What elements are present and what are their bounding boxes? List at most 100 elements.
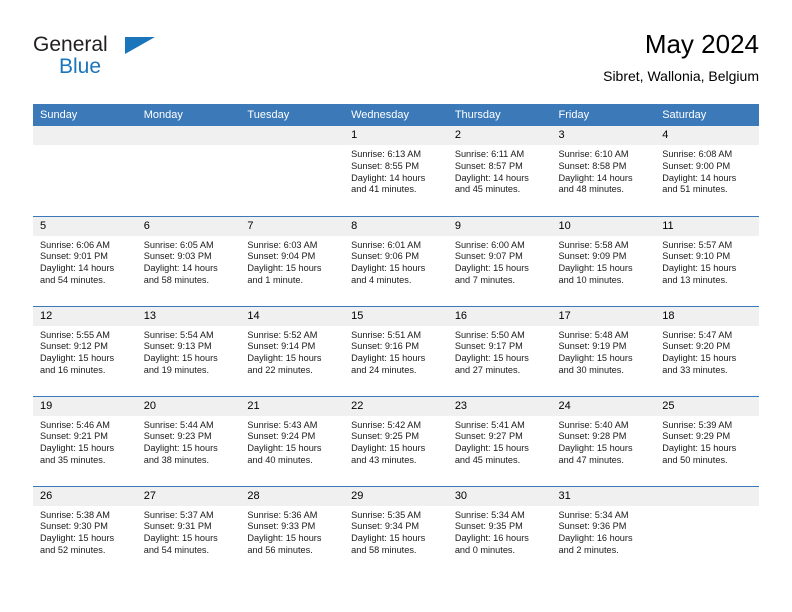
calendar-day-cell[interactable]: 26 Sunrise: 5:38 AM Sunset: 9:30 PM Dayligh… [33, 485, 137, 576]
day-info: Sunrise: 5:39 AM Sunset: 9:29 PM Daylight:… [655, 416, 759, 467]
sunset-text: Sunset: 9:21 PM [40, 431, 108, 442]
calendar-week-row: 19 Sunrise: 5:46 AM Sunset: 9:21 PM Dayligh… [33, 395, 759, 486]
calendar-day-cell[interactable]: 22 Sunrise: 5:42 AM Sunset: 9:25 PM Dayligh… [344, 395, 448, 486]
day-number: 16 [447, 306, 552, 326]
calendar-day-cell[interactable]: 11 Sunrise: 5:57 AM Sunset: 9:10 PM Dayligh… [655, 215, 759, 306]
calendar-day-cell[interactable]: 16 Sunrise: 5:50 AM Sunset: 9:17 PM Dayligh… [447, 305, 552, 396]
daylight-text-line1: Daylight: 14 hours [558, 172, 633, 183]
calendar-day-cell[interactable]: 18 Sunrise: 5:47 AM Sunset: 9:20 PM Dayligh… [655, 305, 759, 396]
calendar-day-cell[interactable]: 12 Sunrise: 5:55 AM Sunset: 9:12 PM Dayligh… [33, 305, 137, 396]
daylight-text-line2: and 13 minutes. [662, 274, 728, 285]
day-info: Sunrise: 5:36 AM Sunset: 9:33 PM Daylight:… [240, 506, 344, 557]
daylight-text-line1: Daylight: 14 hours [351, 172, 426, 183]
calendar-day-cell[interactable]: 21 Sunrise: 5:43 AM Sunset: 9:24 PM Dayligh… [240, 395, 345, 486]
weekday-header-row: Sunday Monday Tuesday Wednesday Thursday… [33, 104, 759, 126]
calendar-day-cell[interactable]: 29 Sunrise: 5:35 AM Sunset: 9:34 PM Dayligh… [344, 485, 448, 576]
calendar-day-cell[interactable]: 24 Sunrise: 5:40 AM Sunset: 9:28 PM Dayligh… [551, 395, 656, 486]
day-info: Sunrise: 5:55 AM Sunset: 9:12 PM Daylight:… [33, 326, 137, 377]
calendar-day-cell[interactable]: 23 Sunrise: 5:41 AM Sunset: 9:27 PM Dayligh… [447, 395, 552, 486]
day-number: 10 [551, 216, 656, 236]
day-number: 24 [551, 396, 656, 416]
day-info: Sunrise: 5:47 AM Sunset: 9:20 PM Daylight:… [655, 326, 759, 377]
calendar-day-cell[interactable]: 2 Sunrise: 6:11 AM Sunset: 8:57 PM Daylight… [447, 126, 552, 216]
daylight-text-line2: and 2 minutes. [558, 544, 619, 555]
daylight-text-line1: Daylight: 15 hours [143, 533, 218, 544]
weekday-header-monday: Monday [136, 104, 241, 126]
day-info: Sunrise: 5:35 AM Sunset: 9:34 PM Daylight:… [344, 506, 448, 557]
calendar-day-cell[interactable]: 5 Sunrise: 6:06 AM Sunset: 9:01 PM Daylight… [33, 215, 137, 306]
calendar-day-cell[interactable]: 30 Sunrise: 5:34 AM Sunset: 9:35 PM Dayligh… [447, 485, 552, 576]
sunset-text: Sunset: 9:06 PM [351, 251, 420, 262]
day-number [136, 126, 241, 145]
calendar-day-cell[interactable]: 25 Sunrise: 5:39 AM Sunset: 9:29 PM Dayligh… [655, 395, 759, 486]
day-info: Sunrise: 5:41 AM Sunset: 9:27 PM Daylight:… [448, 416, 552, 467]
calendar-day-cell[interactable]: 1 Sunrise: 6:13 AM Sunset: 8:55 PM Daylight… [344, 126, 448, 216]
sunrise-text: Sunrise: 5:51 AM [351, 329, 422, 340]
weekday-header-tuesday: Tuesday [240, 104, 345, 126]
generalblue-logo[interactable]: General Blue [33, 28, 163, 88]
daylight-text-line2: and 19 minutes. [143, 364, 210, 375]
weekday-header-sunday: Sunday [33, 104, 137, 126]
daylight-text-line1: Daylight: 15 hours [351, 353, 426, 364]
calendar-day-cell[interactable]: 20 Sunrise: 5:44 AM Sunset: 9:23 PM Dayligh… [136, 395, 241, 486]
daylight-text-line1: Daylight: 15 hours [40, 533, 115, 544]
page-header: General Blue May 2024 Sibret, Wallonia, … [33, 28, 759, 98]
sunrise-text: Sunrise: 5:54 AM [143, 329, 214, 340]
daylight-text-line2: and 50 minutes. [662, 454, 728, 465]
day-info: Sunrise: 6:00 AM Sunset: 9:07 PM Daylight:… [448, 236, 552, 287]
day-info: Sunrise: 5:50 AM Sunset: 9:17 PM Daylight:… [448, 326, 552, 377]
daylight-text-line1: Daylight: 16 hours [558, 533, 633, 544]
calendar-day-cell-empty [33, 126, 137, 216]
day-info: Sunrise: 5:43 AM Sunset: 9:24 PM Daylight:… [240, 416, 344, 467]
day-info: Sunrise: 6:03 AM Sunset: 9:04 PM Daylight:… [240, 236, 344, 287]
sunset-text: Sunset: 8:55 PM [351, 160, 420, 171]
daylight-text-line2: and 45 minutes. [454, 184, 521, 195]
sunrise-text: Sunrise: 5:36 AM [247, 509, 318, 520]
sunset-text: Sunset: 9:24 PM [247, 431, 316, 442]
sunrise-text: Sunrise: 5:34 AM [558, 509, 629, 520]
sunset-text: Sunset: 9:29 PM [662, 431, 731, 442]
calendar-day-cell[interactable]: 10 Sunrise: 5:58 AM Sunset: 9:09 PM Dayligh… [551, 215, 656, 306]
daylight-text-line2: and 58 minutes. [143, 274, 210, 285]
sunrise-text: Sunrise: 6:11 AM [454, 149, 525, 159]
calendar-day-cell-empty [240, 126, 345, 216]
day-number: 26 [33, 486, 137, 506]
sunset-text: Sunset: 9:33 PM [247, 521, 316, 532]
calendar-day-cell[interactable]: 6 Sunrise: 6:05 AM Sunset: 9:03 PM Daylight… [136, 215, 241, 306]
day-info: Sunrise: 5:54 AM Sunset: 9:13 PM Daylight:… [137, 326, 241, 377]
calendar-day-cell[interactable]: 7 Sunrise: 6:03 AM Sunset: 9:04 PM Daylight… [240, 215, 345, 306]
calendar-day-cell[interactable]: 17 Sunrise: 5:48 AM Sunset: 9:19 PM Dayligh… [551, 305, 656, 396]
day-number: 17 [551, 306, 656, 326]
calendar-day-cell[interactable]: 31 Sunrise: 5:34 AM Sunset: 9:36 PM Dayligh… [551, 485, 656, 576]
day-number: 6 [136, 216, 241, 236]
calendar-day-cell[interactable]: 19 Sunrise: 5:46 AM Sunset: 9:21 PM Dayligh… [33, 395, 137, 486]
calendar-day-cell[interactable]: 9 Sunrise: 6:00 AM Sunset: 9:07 PM Daylight… [447, 215, 552, 306]
day-number: 22 [344, 396, 448, 416]
daylight-text-line1: Daylight: 15 hours [662, 353, 737, 364]
sunset-text: Sunset: 9:01 PM [40, 251, 108, 262]
day-info: Sunrise: 5:51 AM Sunset: 9:16 PM Daylight:… [344, 326, 448, 377]
day-number: 19 [33, 396, 137, 416]
calendar-day-cell[interactable]: 15 Sunrise: 5:51 AM Sunset: 9:16 PM Dayligh… [344, 305, 448, 396]
day-info: Sunrise: 6:11 AM Sunset: 8:57 PM Daylight:… [448, 145, 552, 196]
calendar-day-cell[interactable]: 28 Sunrise: 5:36 AM Sunset: 9:33 PM Dayligh… [240, 485, 345, 576]
sunset-text: Sunset: 9:09 PM [558, 251, 627, 262]
sunrise-text: Sunrise: 5:55 AM [40, 329, 110, 340]
calendar-day-cell[interactable]: 4 Sunrise: 6:08 AM Sunset: 9:00 PM Daylight… [655, 126, 759, 216]
sunrise-text: Sunrise: 5:38 AM [40, 509, 110, 520]
calendar-day-cell[interactable]: 8 Sunrise: 6:01 AM Sunset: 9:06 PM Daylight… [344, 215, 448, 306]
daylight-text-line1: Daylight: 15 hours [558, 443, 633, 454]
calendar-day-cell[interactable]: 27 Sunrise: 5:37 AM Sunset: 9:31 PM Dayligh… [136, 485, 241, 576]
daylight-text-line2: and 47 minutes. [558, 454, 624, 465]
sunrise-text: Sunrise: 6:03 AM [247, 239, 318, 250]
calendar-day-cell[interactable]: 13 Sunrise: 5:54 AM Sunset: 9:13 PM Dayligh… [136, 305, 241, 396]
daylight-text-line1: Daylight: 16 hours [454, 533, 529, 544]
calendar-day-cell[interactable]: 14 Sunrise: 5:52 AM Sunset: 9:14 PM Dayligh… [240, 305, 345, 396]
calendar-day-cell[interactable]: 3 Sunrise: 6:10 AM Sunset: 8:58 PM Daylight… [551, 126, 656, 216]
sunset-text: Sunset: 9:03 PM [143, 251, 212, 262]
sunset-text: Sunset: 9:20 PM [662, 341, 731, 352]
daylight-text-line1: Daylight: 15 hours [558, 353, 633, 364]
daylight-text-line1: Daylight: 15 hours [247, 353, 322, 364]
daylight-text-line1: Daylight: 15 hours [662, 443, 737, 454]
sunrise-text: Sunrise: 5:34 AM [454, 509, 525, 520]
